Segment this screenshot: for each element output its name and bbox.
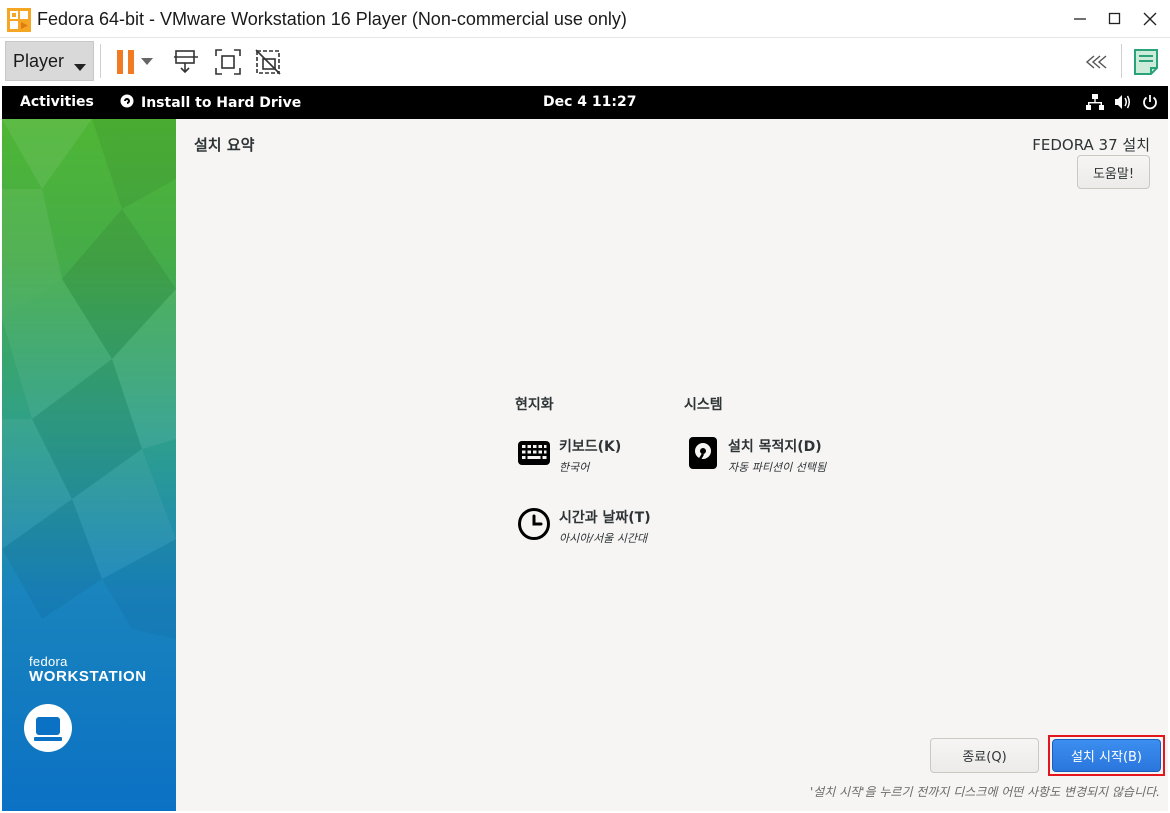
page-title: 설치 요약: [194, 136, 255, 154]
power-icon[interactable]: [1142, 94, 1158, 114]
unity-icon[interactable]: [252, 46, 284, 78]
toolbar-divider: [1121, 44, 1122, 78]
spoke-time-date[interactable]: 시간과 날짜(T) 아시아/서울 시간대: [517, 507, 651, 546]
vmware-player-icon: [7, 8, 31, 32]
toolbar-divider: [100, 44, 101, 78]
vm-guest-screen[interactable]: Activities Install to Hard Drive Dec 4 1…: [2, 86, 1168, 811]
chevron-down-icon: [74, 57, 86, 76]
footer-note: '설치 시작'을 누르기 전까지 디스크에 어떤 사항도 변경되지 않습니다.: [809, 785, 1160, 799]
brand-fedora: fedora: [29, 654, 68, 669]
spoke-time-date-status: 아시아/서울 시간대: [559, 532, 648, 545]
product-title: FEDORA 37 설치: [1032, 136, 1150, 154]
spoke-keyboard-name: 키보드(K): [559, 439, 622, 455]
window-title: Fedora 64-bit - VMware Workstation 16 Pl…: [37, 9, 627, 29]
system-tray[interactable]: [1086, 94, 1158, 114]
app-name: Install to Hard Drive: [141, 95, 302, 111]
spoke-keyboard-status: 한국어: [559, 461, 590, 474]
workstation-laptop-icon: [24, 704, 72, 752]
fedora-workstation-logo: fedora WORKSTATION: [29, 654, 147, 685]
app-menu[interactable]: Install to Hard Drive: [120, 94, 301, 112]
player-menu-label: Player: [13, 50, 65, 71]
spoke-keyboard[interactable]: 키보드(K) 한국어: [517, 436, 621, 475]
send-ctrl-alt-del-icon[interactable]: [170, 46, 202, 78]
quit-button[interactable]: 종료(Q): [930, 738, 1039, 773]
minimize-icon[interactable]: [1062, 4, 1098, 34]
gnome-top-bar: Activities Install to Hard Drive Dec 4 1…: [2, 86, 1168, 119]
spoke-installation-destination[interactable]: 설치 목적지(D) 자동 파티션이 선택됨: [686, 436, 826, 475]
spoke-destination-name: 설치 목적지(D): [728, 439, 822, 455]
spoke-time-date-name: 시간과 날짜(T): [559, 510, 651, 526]
brand-workstation: WORKSTATION: [29, 668, 147, 685]
harddisk-icon: [686, 436, 720, 470]
installer-sidebar: fedora WORKSTATION: [2, 119, 176, 811]
window-titlebar: Fedora 64-bit - VMware Workstation 16 Pl…: [0, 0, 1170, 38]
help-button[interactable]: 도움말!: [1077, 155, 1150, 189]
begin-installation-button[interactable]: 설치 시작(B): [1052, 739, 1161, 772]
dropdown-arrow-icon[interactable]: [137, 46, 157, 78]
fullscreen-icon[interactable]: [212, 46, 244, 78]
close-icon[interactable]: [1132, 4, 1168, 34]
volume-icon[interactable]: [1114, 94, 1132, 114]
spoke-destination-status: 자동 파티션이 선택됨: [728, 461, 827, 474]
anaconda-app-icon: [120, 94, 134, 112]
clock-icon: [517, 507, 551, 541]
vmware-toolbar: Player: [0, 38, 1170, 86]
category-system: 시스템: [684, 397, 723, 413]
player-menu-button[interactable]: Player: [5, 41, 94, 81]
notes-icon[interactable]: [1130, 46, 1162, 78]
keyboard-icon: [517, 436, 551, 470]
category-localization: 현지화: [515, 397, 554, 413]
network-icon[interactable]: [1086, 94, 1104, 114]
clock[interactable]: Dec 4 11:27: [543, 94, 636, 110]
maximize-icon[interactable]: [1097, 4, 1133, 34]
collapse-toolbar-icon[interactable]: [1080, 46, 1112, 78]
activities-button[interactable]: Activities: [20, 94, 94, 110]
